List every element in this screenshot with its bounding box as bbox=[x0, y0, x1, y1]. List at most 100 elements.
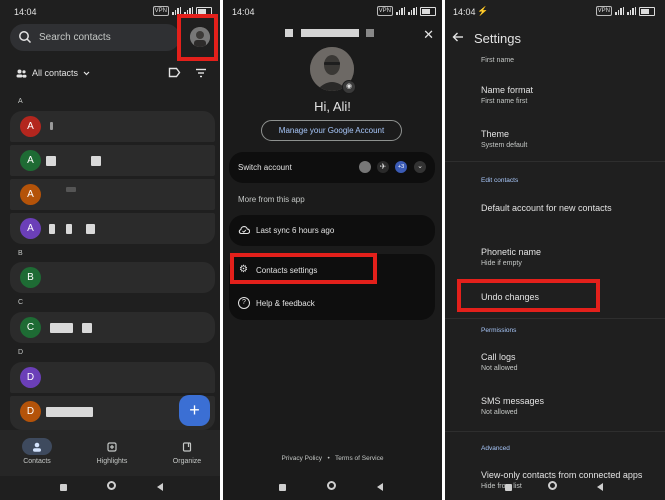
label-icon[interactable] bbox=[168, 67, 181, 78]
contact-row[interactable]: A bbox=[10, 213, 215, 244]
close-icon[interactable]: ✕ bbox=[423, 27, 434, 43]
chevron-down-icon[interactable]: ⌄ bbox=[414, 161, 426, 173]
redacted-email bbox=[301, 29, 359, 37]
last-sync-label: Last sync 6 hours ago bbox=[256, 226, 335, 235]
organize-icon bbox=[182, 441, 192, 452]
system-navigation bbox=[0, 480, 220, 494]
setting-value: First name first bbox=[481, 98, 528, 105]
manage-account-button[interactable]: Manage your Google Account bbox=[261, 120, 402, 141]
redacted-name bbox=[82, 323, 92, 333]
signal-2-icon bbox=[408, 7, 417, 15]
signal-icon bbox=[615, 7, 624, 15]
all-contacts-label: All contacts bbox=[32, 68, 79, 78]
nav-highlights-label: Highlights bbox=[96, 458, 128, 465]
home-icon[interactable] bbox=[548, 481, 557, 490]
separator-dot: • bbox=[327, 455, 330, 462]
status-time: 14:04 bbox=[232, 7, 255, 17]
name-format-setting[interactable]: Name format First name first bbox=[481, 85, 533, 105]
setting-value: First name bbox=[481, 57, 515, 64]
battery-icon bbox=[420, 6, 436, 16]
back-icon[interactable] bbox=[157, 483, 163, 491]
contact-row[interactable]: A bbox=[10, 111, 215, 142]
filter-icon[interactable] bbox=[195, 68, 207, 78]
all-contacts-filter[interactable]: All contacts bbox=[16, 68, 90, 78]
redacted-name bbox=[66, 187, 76, 192]
section-letter-d: D bbox=[18, 349, 24, 356]
switch-account-row[interactable]: Switch account ✈ +3 ⌄ bbox=[229, 152, 435, 183]
home-icon[interactable] bbox=[327, 481, 336, 490]
back-arrow-icon[interactable] bbox=[452, 32, 464, 42]
nav-highlights[interactable]: Highlights bbox=[77, 430, 147, 465]
last-sync-row[interactable]: Last sync 6 hours ago bbox=[229, 215, 435, 246]
highlight-undo-box bbox=[457, 279, 600, 312]
system-navigation bbox=[445, 480, 665, 494]
vpn-icon: VPN bbox=[152, 6, 169, 16]
help-feedback-label: Help & feedback bbox=[256, 299, 315, 308]
redacted-name bbox=[46, 407, 93, 417]
advanced-header: Advanced bbox=[481, 445, 510, 452]
person-icon bbox=[33, 442, 41, 452]
setting-value: System default bbox=[481, 142, 528, 149]
privacy-policy-link[interactable]: Privacy Policy bbox=[282, 455, 322, 462]
help-icon: ? bbox=[238, 297, 250, 309]
setting-title: Theme bbox=[481, 129, 510, 139]
first-name-setting[interactable]: First name bbox=[481, 54, 514, 64]
system-navigation bbox=[223, 480, 442, 494]
search-bar[interactable]: Search contacts bbox=[10, 24, 180, 51]
contact-avatar: A bbox=[20, 116, 41, 137]
home-icon[interactable] bbox=[107, 481, 116, 490]
add-contact-button[interactable]: + bbox=[179, 395, 210, 426]
status-time: 14:04 bbox=[14, 7, 37, 17]
setting-title: View-only contacts from connected apps bbox=[481, 470, 643, 480]
nav-contacts-label: Contacts bbox=[23, 458, 51, 465]
contact-row[interactable]: C bbox=[10, 312, 215, 343]
camera-icon[interactable]: ◉ bbox=[342, 80, 356, 94]
account-avatar-small bbox=[359, 161, 371, 173]
setting-value: Hide if empty bbox=[481, 260, 522, 267]
contact-row[interactable]: A bbox=[10, 179, 215, 210]
battery-icon bbox=[639, 6, 655, 16]
contact-avatar: A bbox=[20, 218, 41, 239]
setting-title: Name format bbox=[481, 85, 534, 95]
contact-row[interactable]: D bbox=[10, 362, 215, 393]
redacted-name bbox=[86, 224, 95, 234]
setting-title: Default account for new contacts bbox=[481, 203, 612, 213]
help-feedback-item[interactable]: ? Help & feedback bbox=[229, 289, 435, 320]
vpn-icon: VPN bbox=[595, 6, 612, 16]
back-icon[interactable] bbox=[597, 483, 603, 491]
highlight-avatar-box bbox=[177, 14, 218, 61]
theme-setting[interactable]: Theme System default bbox=[481, 129, 527, 149]
search-icon bbox=[19, 31, 32, 44]
nav-organize[interactable]: Organize bbox=[152, 430, 220, 465]
phonetic-name-setting[interactable]: Phonetic name Hide if empty bbox=[481, 247, 541, 267]
sms-messages-setting[interactable]: SMS messages Not allowed bbox=[481, 396, 544, 416]
redacted-email bbox=[366, 29, 374, 37]
status-time: 14:04 bbox=[453, 7, 476, 17]
people-icon bbox=[16, 69, 27, 78]
setting-title: SMS messages bbox=[481, 396, 545, 406]
default-account-setting[interactable]: Default account for new contacts bbox=[481, 203, 612, 213]
recents-icon[interactable] bbox=[279, 484, 286, 491]
more-from-app-label: More from this app bbox=[238, 195, 305, 204]
contact-avatar: A bbox=[20, 184, 41, 205]
recents-icon[interactable] bbox=[60, 484, 67, 491]
terms-of-service-link[interactable]: Terms of Service bbox=[335, 455, 383, 462]
chevron-down-icon bbox=[83, 71, 90, 75]
vpn-icon: VPN bbox=[376, 6, 393, 16]
recents-icon[interactable] bbox=[505, 484, 512, 491]
redacted-name bbox=[50, 122, 53, 130]
divider bbox=[445, 318, 665, 319]
contact-row[interactable]: A bbox=[10, 145, 215, 176]
status-bar: 14:04 ⚡ VPN bbox=[445, 0, 665, 22]
switch-account-label: Switch account bbox=[238, 163, 292, 172]
contact-avatar: B bbox=[20, 267, 41, 288]
call-logs-setting[interactable]: Call logs Not allowed bbox=[481, 352, 518, 372]
setting-value: Not allowed bbox=[481, 409, 518, 416]
back-icon[interactable] bbox=[377, 483, 383, 491]
nav-contacts[interactable]: Contacts bbox=[2, 430, 72, 465]
footer-links: Privacy Policy • Terms of Service bbox=[223, 455, 442, 462]
redacted-name bbox=[49, 224, 55, 234]
redacted-name bbox=[46, 156, 56, 166]
contact-row[interactable]: B bbox=[10, 262, 215, 293]
page-title: Settings bbox=[474, 31, 521, 46]
